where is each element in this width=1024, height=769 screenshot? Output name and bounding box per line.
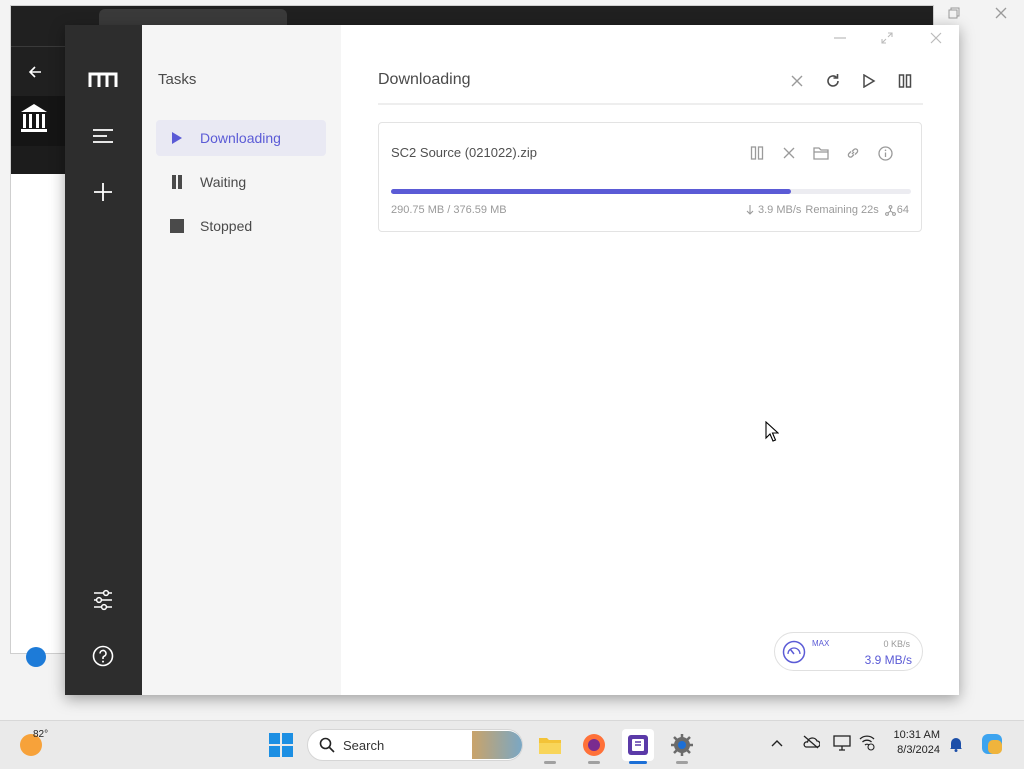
- download-speed: 3.9 MB/s: [864, 653, 912, 667]
- settings-gear-icon[interactable]: [666, 729, 698, 764]
- museum-logo-icon: [21, 104, 47, 132]
- main-content: Downloading SC2 Source (021022).zip 290.…: [341, 25, 959, 695]
- nav-item-stopped[interactable]: Stopped: [156, 208, 326, 244]
- header-actions: [779, 69, 923, 93]
- task-item[interactable]: SC2 Source (021022).zip 290.75 MB / 376.…: [378, 122, 922, 232]
- upload-speed: 0 KB/s: [883, 639, 910, 649]
- weather-temperature: 82°: [33, 729, 49, 740]
- clock-date: 8/3/2024: [897, 744, 940, 756]
- speedometer-icon: [782, 640, 806, 664]
- task-stats: 3.9 MB/s Remaining 22s 64: [746, 204, 909, 216]
- nav-item-label: Stopped: [200, 218, 253, 234]
- connections-icon: [884, 204, 896, 216]
- clock-time: 10:31 AM: [893, 729, 940, 741]
- task-name: SC2 Source (021022).zip: [391, 145, 537, 160]
- nav-item-waiting[interactable]: Waiting: [156, 164, 326, 200]
- delete-icon[interactable]: [773, 141, 805, 165]
- link-icon[interactable]: [837, 141, 869, 165]
- maximize-icon[interactable]: [881, 32, 893, 44]
- back-arrow-icon[interactable]: [27, 64, 43, 80]
- speed-meter[interactable]: MAX 0 KB/s 3.9 MB/s: [774, 632, 923, 671]
- preferences-sliders-icon[interactable]: [85, 582, 121, 618]
- task-remaining: Remaining 22s: [805, 204, 879, 216]
- task-speed: 3.9 MB/s: [757, 204, 802, 216]
- play-icon[interactable]: [851, 69, 887, 93]
- minimize-icon[interactable]: [834, 37, 846, 39]
- chevron-up-icon[interactable]: [771, 739, 783, 747]
- pause-icon[interactable]: [887, 69, 923, 93]
- mouse-cursor-icon: [765, 421, 779, 442]
- header-divider: [378, 103, 923, 105]
- onedrive-cloud-icon[interactable]: [802, 735, 820, 749]
- search-icon: [319, 737, 335, 753]
- firefox-icon[interactable]: [578, 729, 610, 764]
- close-icon[interactable]: [779, 69, 815, 93]
- speed-limit-label: MAX: [812, 639, 830, 648]
- task-progress-fill: [391, 189, 792, 194]
- motrix-logo-icon: [85, 62, 121, 98]
- nav-item-downloading[interactable]: Downloading: [156, 120, 326, 156]
- motrix-window: Tasks Downloading Waiting Stopped Downlo…: [65, 25, 959, 695]
- taskbar-search[interactable]: Search: [307, 729, 523, 761]
- page-title: Downloading: [378, 71, 471, 88]
- folder-icon[interactable]: [805, 141, 837, 165]
- task-progress-bar: [391, 189, 911, 194]
- taskbar: 82° Search 10:31 AM 8/3/2024: [0, 720, 1024, 769]
- edge-icon[interactable]: [26, 647, 46, 667]
- task-filter-panel: Tasks Downloading Waiting Stopped: [142, 25, 341, 695]
- task-size: 290.75 MB / 376.59 MB: [391, 204, 507, 216]
- restore-icon[interactable]: [948, 7, 960, 19]
- search-highlight-image: [472, 731, 522, 759]
- close-icon[interactable]: [995, 7, 1007, 19]
- nav-item-label: Downloading: [200, 130, 281, 146]
- network-icon[interactable]: [858, 735, 876, 751]
- motrix-taskbar-icon[interactable]: [622, 729, 654, 764]
- system-clock[interactable]: 10:31 AM 8/3/2024: [884, 729, 940, 756]
- help-icon[interactable]: [85, 638, 121, 674]
- add-task-icon[interactable]: [85, 174, 121, 210]
- task-list-menu-icon[interactable]: [85, 118, 121, 154]
- refresh-icon[interactable]: [815, 69, 851, 93]
- panel-title: Tasks: [158, 71, 197, 88]
- copilot-icon[interactable]: [980, 732, 1004, 756]
- app-sidebar-rail: [65, 25, 142, 695]
- file-explorer-icon[interactable]: [534, 729, 566, 764]
- task-connections: 64: [896, 204, 909, 216]
- task-actions: [741, 141, 901, 165]
- stop-icon: [170, 219, 184, 233]
- search-placeholder: Search: [343, 738, 385, 753]
- pause-icon: [170, 175, 184, 189]
- notification-bell-icon[interactable]: [949, 736, 963, 752]
- start-button[interactable]: [269, 733, 293, 757]
- close-window-icon[interactable]: [930, 32, 942, 44]
- download-arrow-icon: [746, 205, 754, 215]
- display-icon[interactable]: [833, 735, 851, 751]
- play-icon: [170, 131, 184, 145]
- info-icon[interactable]: [869, 141, 901, 165]
- pause-icon[interactable]: [741, 141, 773, 165]
- nav-item-label: Waiting: [200, 174, 247, 190]
